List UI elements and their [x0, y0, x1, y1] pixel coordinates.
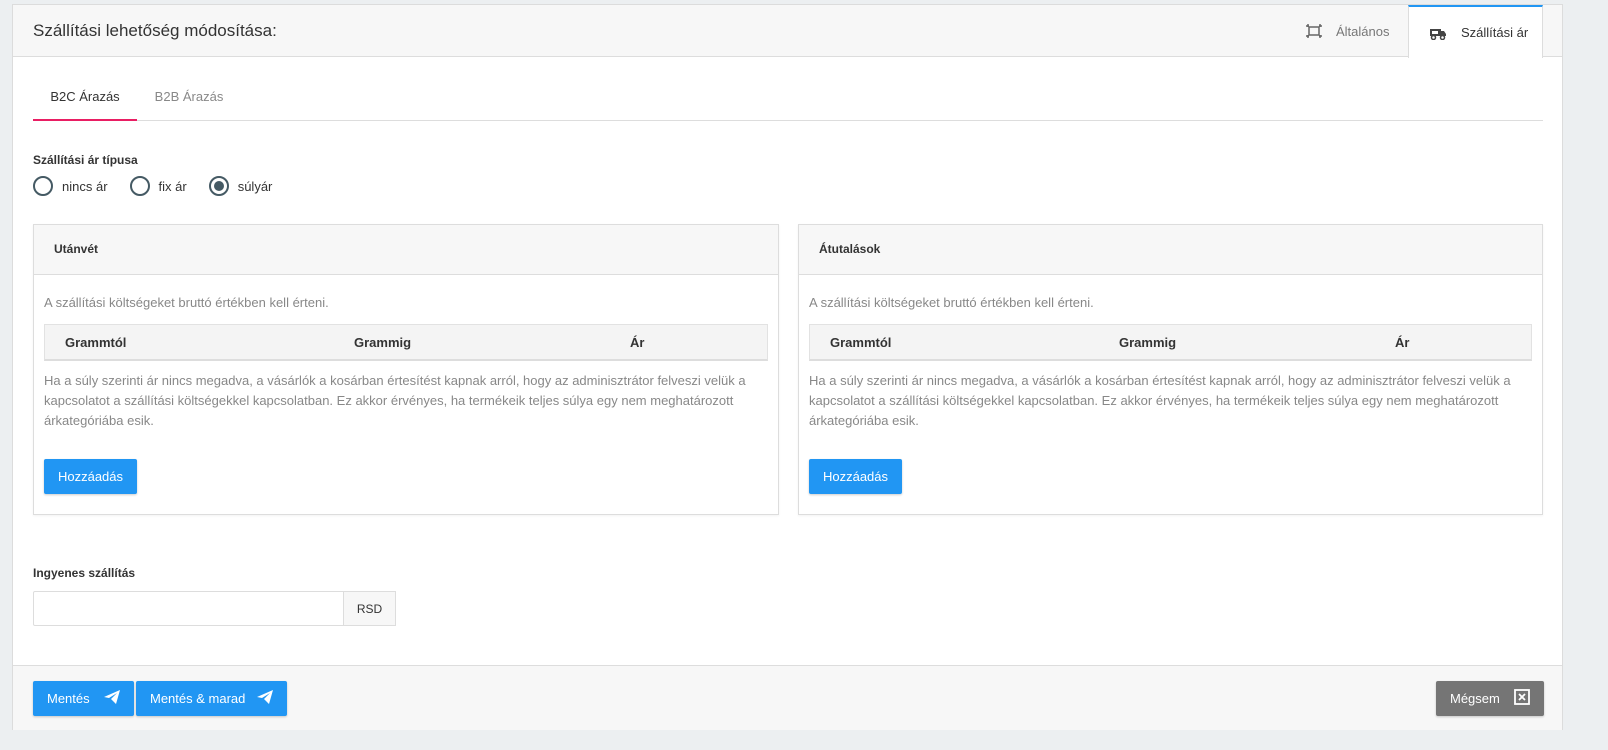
radio-fixed-price-label: fix ár: [158, 178, 187, 194]
send-icon: [104, 690, 120, 707]
tab-general[interactable]: Általános: [1306, 5, 1389, 57]
add-button[interactable]: Hozzáadás: [809, 459, 902, 494]
card-header: Szállítási lehetőség módosítása: Általán…: [13, 5, 1562, 58]
tab-b2c-pricing[interactable]: B2C Árazás: [33, 77, 137, 121]
close-box-icon: [1514, 689, 1530, 708]
save-and-stay-button[interactable]: Mentés & marad: [136, 681, 287, 716]
save-and-stay-button-label: Mentés & marad: [150, 691, 246, 706]
pricing-subtabs: B2C Árazás B2B Árazás: [33, 77, 1543, 121]
weight-price-table-header: Grammtól Grammig Ár: [44, 324, 768, 361]
column-header-price: Ár: [1395, 335, 1410, 350]
frame-icon: [1306, 24, 1322, 38]
panel-info-text: Ha a súly szerinti ár nincs megadva, a v…: [44, 373, 746, 428]
column-header-to-gram: Grammig: [354, 335, 412, 350]
save-button-label: Mentés: [47, 691, 90, 706]
column-header-to-gram: Grammig: [1119, 335, 1177, 350]
radio-no-price-circle[interactable]: [33, 176, 53, 196]
cancel-button-label: Mégsem: [1450, 691, 1500, 706]
panel-title: Átutalások: [799, 225, 1542, 275]
free-shipping-label: Ingyenes szállítás: [33, 566, 136, 580]
column-header-from-gram: Grammtól: [830, 335, 892, 350]
tab-general-label: Általános: [1336, 23, 1390, 39]
panel-bank-transfers: Átutalások A szállítási költségeket brut…: [798, 224, 1543, 515]
card-footer: Mentés Mentés & marad Mégsem: [13, 665, 1562, 730]
radio-weight-price[interactable]: súlyár: [208, 176, 273, 196]
panel-info-text: Ha a súly szerinti ár nincs megadva, a v…: [809, 373, 1511, 428]
panel-title: Utánvét: [34, 225, 778, 275]
radio-weight-price-circle[interactable]: [208, 176, 229, 196]
save-button[interactable]: Mentés: [33, 681, 134, 716]
tab-b2b-pricing[interactable]: B2B Árazás: [137, 77, 241, 121]
cancel-button[interactable]: Mégsem: [1436, 681, 1544, 716]
send-icon: [257, 690, 273, 707]
tab-shipping-price-label: Szállítási ár: [1461, 25, 1529, 40]
panel-cash-on-delivery: Utánvét A szállítási költségeket bruttó …: [33, 224, 779, 515]
page-title: Szállítási lehetőség módosítása:: [33, 21, 277, 40]
weight-price-table-header: Grammtól Grammig Ár: [809, 324, 1532, 361]
column-header-from-gram: Grammtól: [65, 335, 127, 350]
price-type-radio-group: nincs ár fix ár súlyár: [33, 176, 294, 196]
edit-card: Szállítási lehetőség módosítása: Általán…: [12, 4, 1563, 730]
radio-weight-price-label: súlyár: [237, 178, 273, 194]
free-shipping-input[interactable]: [33, 591, 344, 626]
radio-fixed-price-circle[interactable]: [129, 176, 150, 196]
column-header-price: Ár: [630, 335, 645, 350]
truck-icon: [1429, 26, 1447, 40]
radio-no-price-label: nincs ár: [62, 178, 108, 194]
panel-note: A szállítási költségeket bruttó értékben…: [44, 295, 329, 310]
tab-shipping-price[interactable]: Szállítási ár: [1408, 5, 1543, 58]
free-shipping-input-group: RSD: [33, 591, 396, 626]
panel-note: A szállítási költségeket bruttó értékben…: [809, 295, 1094, 310]
radio-no-price[interactable]: nincs ár: [33, 176, 108, 196]
price-type-label: Szállítási ár típusa: [33, 153, 138, 167]
radio-fixed-price[interactable]: fix ár: [129, 176, 187, 196]
currency-addon: RSD: [344, 591, 396, 626]
add-button[interactable]: Hozzáadás: [44, 459, 137, 494]
